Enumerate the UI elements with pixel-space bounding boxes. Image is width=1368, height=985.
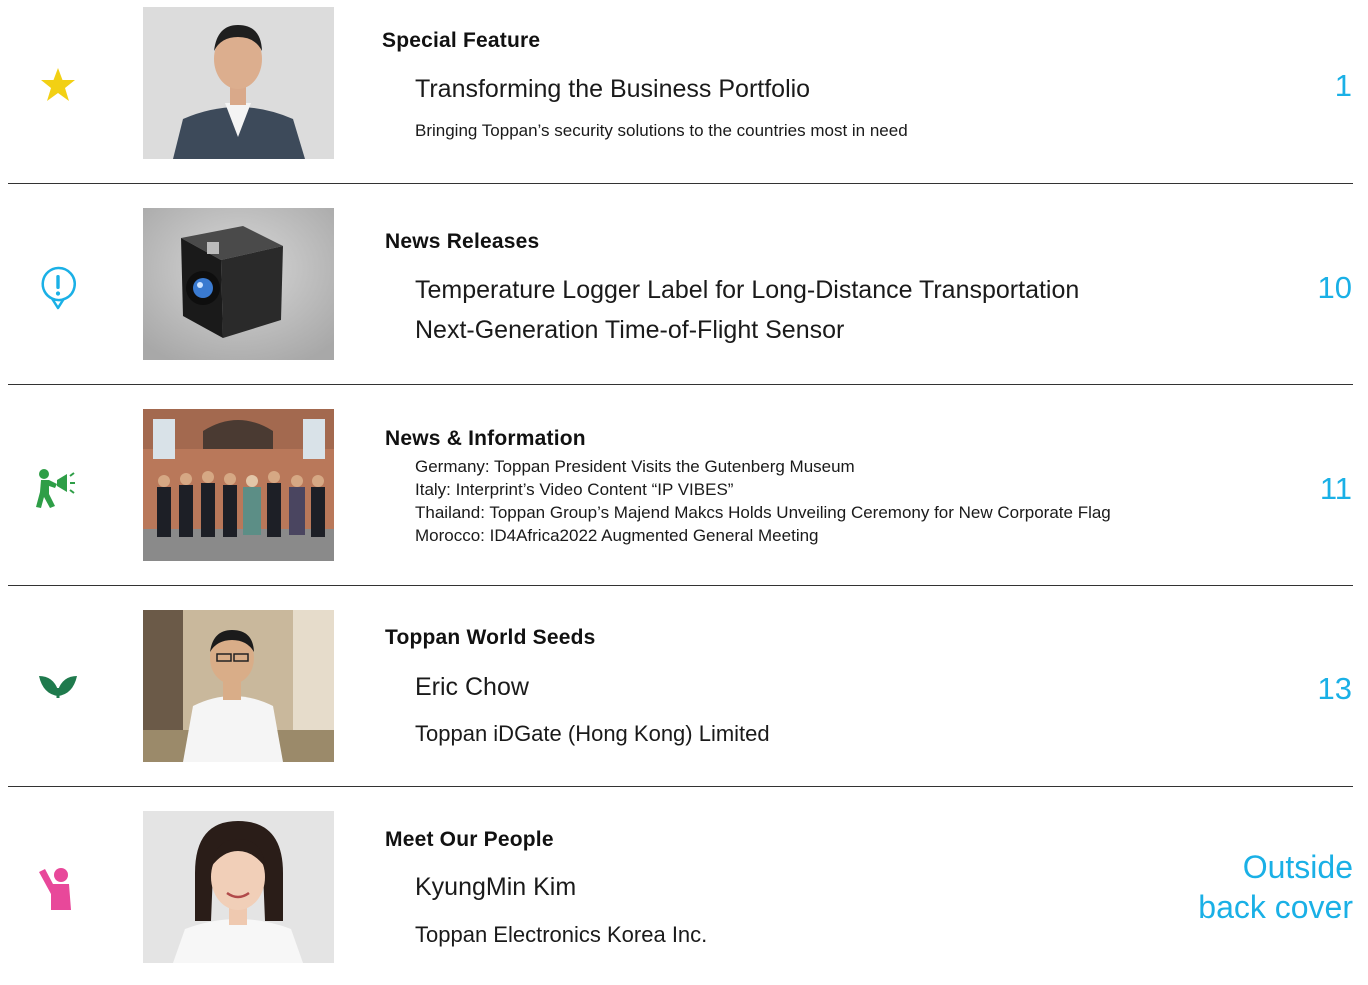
person-name[interactable]: Eric Chow: [415, 673, 529, 702]
company-name: Toppan iDGate (Hong Kong) Limited: [415, 721, 770, 746]
star-icon: [41, 68, 75, 101]
photo-gutenberg-museum: [143, 409, 334, 561]
divider: [8, 384, 1353, 385]
page-number[interactable]: 13: [1318, 671, 1352, 707]
page-number[interactable]: 1: [1335, 68, 1352, 104]
page-reference-line: back cover: [1198, 889, 1353, 925]
article-title[interactable]: Transforming the Business Portfolio: [415, 75, 810, 104]
section-heading: News Releases: [385, 230, 540, 253]
sprout-icon: [39, 676, 77, 698]
company-name: Toppan Electronics Korea Inc.: [415, 922, 708, 947]
section-heading: News & Information: [385, 427, 586, 450]
divider: [8, 786, 1353, 787]
section-heading: Special Feature: [382, 29, 541, 52]
article-title[interactable]: Next-Generation Time-of-Flight Sensor: [415, 316, 844, 345]
person-name[interactable]: KyungMin Kim: [415, 873, 576, 902]
article-title[interactable]: Temperature Logger Label for Long-Distan…: [415, 276, 1079, 305]
photo-eric-chow: [143, 610, 334, 762]
page-reference-outside-back-cover[interactable]: Outside back cover: [1198, 847, 1353, 927]
news-item[interactable]: Italy: Interprint’s Video Content “IP VI…: [415, 478, 733, 501]
page-number[interactable]: 11: [1320, 471, 1352, 507]
divider: [8, 585, 1353, 586]
news-item[interactable]: Morocco: ID4Africa2022 Augmented General…: [415, 524, 819, 547]
megaphone-person-icon: [36, 469, 75, 508]
section-heading: Meet Our People: [385, 828, 554, 851]
photo-kyungmin-kim: [143, 811, 334, 963]
photo-business-portfolio: [143, 7, 334, 159]
section-heading: Toppan World Seeds: [385, 626, 596, 649]
photo-tof-sensor: [143, 208, 334, 360]
page-number[interactable]: 10: [1318, 270, 1352, 306]
news-item[interactable]: Germany: Toppan President Visits the Gut…: [415, 455, 855, 478]
divider: [8, 183, 1353, 184]
article-subtitle: Bringing Toppan’s security solutions to …: [415, 121, 908, 140]
page-reference-line: Outside: [1242, 849, 1353, 885]
person-waving-icon: [39, 868, 71, 910]
alert-bubble-icon: [41, 266, 76, 310]
news-item[interactable]: Thailand: Toppan Group’s Majend Makcs Ho…: [415, 501, 1111, 524]
